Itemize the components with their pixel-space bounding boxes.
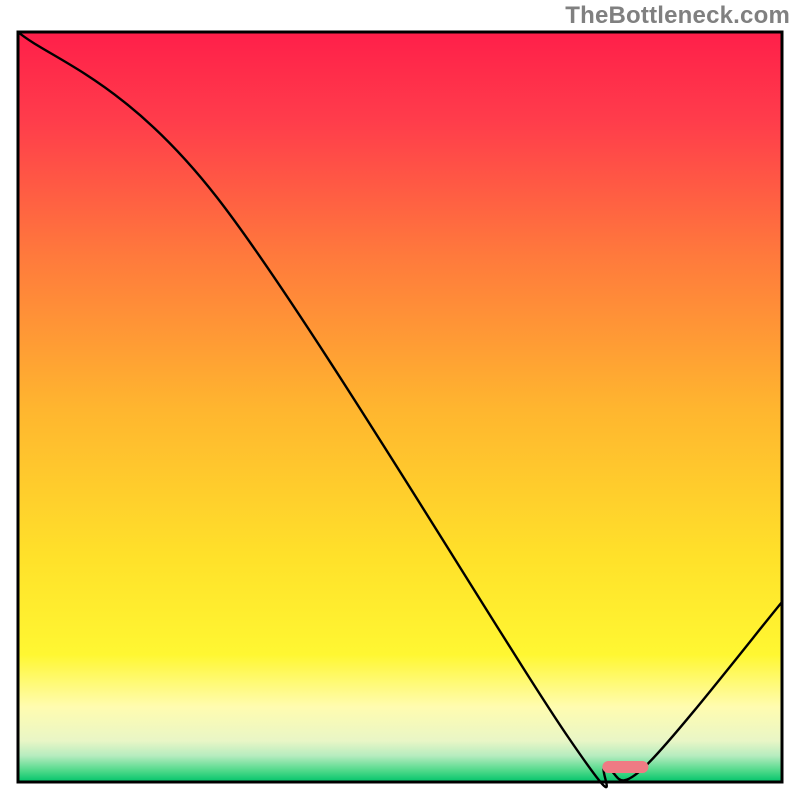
optimum-marker — [602, 761, 648, 773]
chart-container: TheBottleneck.com — [0, 0, 800, 800]
plot-gradient-area — [18, 32, 782, 782]
watermark-text: TheBottleneck.com — [565, 2, 790, 30]
bottleneck-chart — [0, 0, 800, 800]
